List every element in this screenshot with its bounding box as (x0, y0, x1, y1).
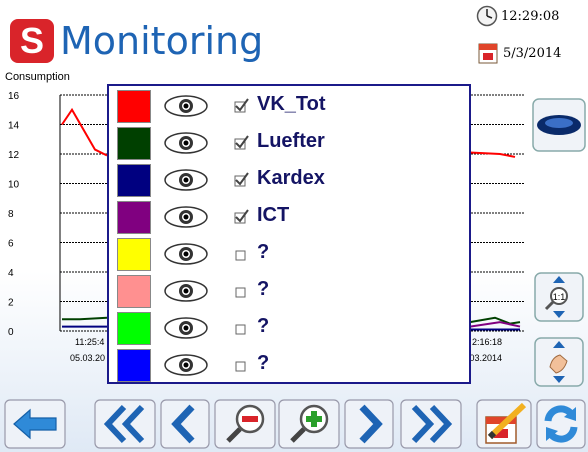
calendar-icon (478, 43, 498, 64)
series-legend-panel: VK_Tot Luefter Kardex ICT???? (107, 84, 471, 384)
pan-button[interactable] (534, 337, 584, 387)
y-tick-label: 6 (8, 239, 14, 250)
clock-icon (476, 5, 498, 27)
eye-icon[interactable] (163, 241, 209, 267)
clock: 12:29:08 (476, 5, 559, 27)
date-display: 5/3/2014 (478, 42, 561, 64)
series-name: ? (257, 278, 270, 300)
eye-icon (537, 115, 581, 135)
eye-icon[interactable] (163, 204, 209, 230)
eye-icon[interactable] (163, 278, 209, 304)
y-ticks: 0 2 4 6 8 10 12 14 16 (8, 91, 20, 338)
y-tick-label: 10 (8, 180, 20, 191)
y-tick-label: 16 (8, 91, 20, 102)
legend-row[interactable]: ? (117, 238, 467, 271)
series-line-vk-tot (469, 151, 516, 158)
y-tick-label: 12 (8, 150, 20, 161)
checkbox-unchecked-icon[interactable] (233, 283, 249, 299)
series-name: ? (257, 315, 270, 337)
legend-row[interactable]: Luefter (117, 127, 467, 160)
series-name: VK_Tot (257, 93, 326, 115)
zoom-fit-button[interactable]: 1:1 (534, 272, 584, 322)
previous-button[interactable] (160, 399, 210, 449)
color-swatch[interactable] (117, 312, 151, 345)
legend-row[interactable]: ? (117, 312, 467, 345)
x-tick-date: 05.03.20 (70, 353, 105, 363)
zoom-in-button[interactable] (278, 399, 340, 449)
series-line-vk-tot (61, 107, 108, 157)
eye-icon[interactable] (163, 93, 209, 119)
x-tick-time: 2:16:18 (472, 337, 502, 347)
checkbox-checked-icon[interactable] (233, 98, 249, 114)
color-swatch[interactable] (117, 201, 151, 234)
legend-row[interactable]: ICT (117, 201, 467, 234)
series-name: Kardex (257, 167, 325, 189)
refresh-button[interactable] (536, 399, 586, 449)
x-tick-date: .03.2014 (467, 353, 502, 363)
legend-row[interactable]: VK_Tot (117, 90, 467, 123)
color-swatch[interactable] (117, 349, 151, 382)
color-swatch[interactable] (117, 275, 151, 308)
y-tick-label: 0 (8, 327, 14, 338)
x-tick-time: 11:25:4 (75, 337, 104, 347)
page-title: Monitoring (60, 19, 264, 63)
checkbox-checked-icon[interactable] (233, 135, 249, 151)
color-swatch[interactable] (117, 164, 151, 197)
fast-rewind-button[interactable] (94, 399, 156, 449)
y-tick-label: 14 (8, 121, 20, 132)
visibility-button[interactable] (532, 98, 586, 152)
series-name: Luefter (257, 130, 325, 152)
legend-row[interactable]: Kardex (117, 164, 467, 197)
series-line-luefter (62, 316, 108, 321)
eye-icon[interactable] (163, 130, 209, 156)
clock-time: 12:29:08 (501, 8, 560, 24)
series-name: ? (257, 241, 270, 263)
checkbox-unchecked-icon[interactable] (233, 357, 249, 373)
checkbox-checked-icon[interactable] (233, 172, 249, 188)
legend-row[interactable]: ? (117, 275, 467, 308)
next-button[interactable] (344, 399, 394, 449)
color-swatch[interactable] (117, 127, 151, 160)
series-name: ? (257, 352, 270, 374)
fast-forward-button[interactable] (400, 399, 462, 449)
checkbox-unchecked-icon[interactable] (233, 246, 249, 262)
color-swatch[interactable] (117, 90, 151, 123)
svg-text:1:1: 1:1 (553, 292, 566, 302)
checkbox-unchecked-icon[interactable] (233, 320, 249, 336)
legend-row[interactable]: ? (117, 349, 467, 382)
zoom-out-button[interactable] (214, 399, 276, 449)
y-tick-label: 2 (8, 298, 14, 309)
checkbox-checked-icon[interactable] (233, 209, 249, 225)
back-button[interactable] (4, 399, 66, 449)
y-tick-label: 8 (8, 209, 14, 220)
eye-icon[interactable] (163, 352, 209, 378)
color-swatch[interactable] (117, 238, 151, 271)
edit-date-button[interactable] (476, 399, 532, 449)
app-logo: S Monitoring (10, 18, 263, 64)
eye-icon[interactable] (163, 167, 209, 193)
eye-icon[interactable] (163, 315, 209, 341)
series-name: ICT (257, 204, 290, 226)
logo-badge: S (10, 19, 54, 63)
y-tick-label: 4 (8, 268, 14, 279)
date-text: 5/3/2014 (503, 45, 562, 61)
